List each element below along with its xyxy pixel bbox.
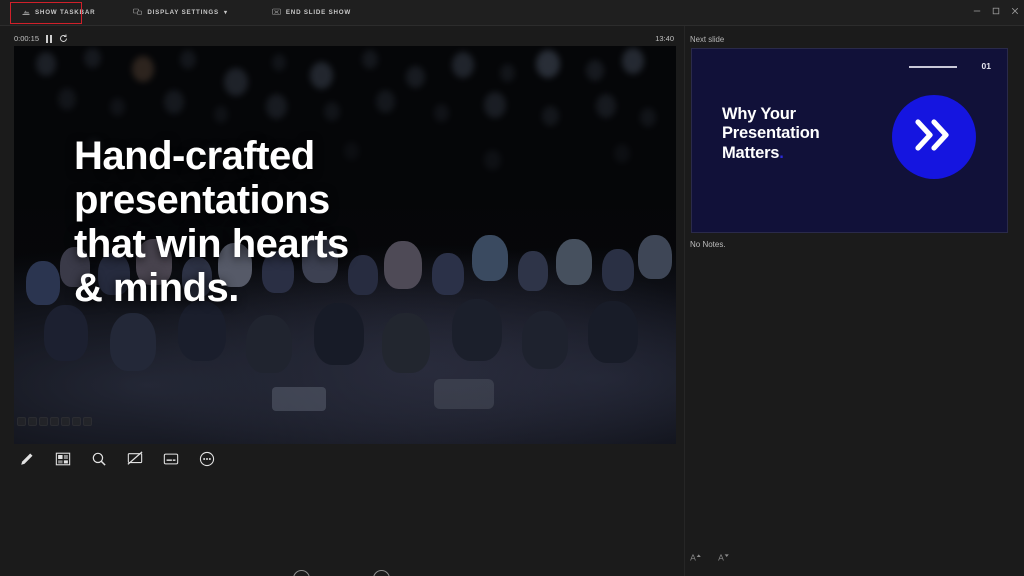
next-slide-thumbnail[interactable]: 01 Why Your Presentation Matters. (691, 48, 1008, 233)
chevron-down-icon: ▾ (223, 9, 228, 16)
next-slide-button[interactable] (373, 570, 391, 576)
display-settings-label: DISPLAY SETTINGS (147, 9, 219, 16)
restart-timer-button[interactable] (59, 34, 68, 43)
thumbnail-title-line-2: Presentation (722, 124, 820, 143)
slide-navigation: Slide 2 of 56 (293, 570, 391, 576)
ink-shape-icon[interactable] (61, 417, 70, 426)
next-slide-header: Next slide (690, 35, 725, 44)
thumbnail-title-line-3: Matters (722, 143, 780, 162)
slide-show-tools (16, 450, 218, 468)
ink-overlay-toolbar[interactable] (17, 417, 92, 426)
svg-text:A: A (718, 552, 724, 562)
thumbnail-accent-circle (892, 95, 976, 179)
window-controls (967, 0, 1024, 22)
increase-text-size-button[interactable]: A (717, 550, 733, 564)
pen-icon[interactable] (16, 450, 38, 468)
black-screen-icon[interactable] (124, 450, 146, 468)
current-time: 13:40 (655, 34, 674, 43)
slide-title-line-4: & minds. (74, 266, 239, 310)
zoom-icon[interactable] (88, 450, 110, 468)
minimize-button[interactable] (967, 0, 986, 22)
display-settings-button[interactable]: DISPLAY SETTINGS ▾ (125, 3, 236, 23)
thumbnail-title-line-3-wrap: Matters. (722, 144, 820, 163)
elapsed-time: 0:00:15 (14, 34, 40, 43)
slide-title-line-2: presentations (74, 178, 330, 222)
ink-eraser-icon[interactable] (39, 417, 48, 426)
pause-timer-button[interactable] (46, 34, 53, 43)
notes-font-size-controls: A A (689, 550, 733, 564)
slide-title-line-3: that win hearts (74, 222, 349, 266)
more-options-icon[interactable] (196, 450, 218, 468)
thumbnail-title: Why Your Presentation Matters. (722, 105, 820, 163)
end-slide-show-label: END SLIDE SHOW (285, 9, 352, 16)
svg-text:A: A (690, 552, 696, 562)
next-slide-pane: Next slide 01 Why Your Presentation Matt… (684, 26, 1024, 576)
taskbar-icon (22, 8, 30, 18)
decrease-text-size-button[interactable]: A (689, 550, 705, 564)
ink-close-icon[interactable] (83, 417, 92, 426)
display-settings-icon (133, 8, 143, 18)
thumbnail-rule (909, 66, 957, 68)
show-taskbar-label: SHOW TASKBAR (35, 9, 96, 16)
ink-pen-icon[interactable] (17, 417, 26, 426)
all-slides-icon[interactable] (52, 450, 74, 468)
thumbnail-slide-number: 01 (981, 61, 991, 71)
current-slide-pane: 0:00:15 13:40 Hand-crafted presentations… (0, 26, 684, 576)
close-button[interactable] (1005, 0, 1024, 22)
ink-color-icon[interactable] (50, 417, 59, 426)
double-chevron-right-icon (912, 118, 956, 157)
ink-highlighter-icon[interactable] (28, 417, 37, 426)
presenter-toolbar: SHOW TASKBAR DISPLAY SETTINGS ▾ END SLID… (0, 0, 1024, 26)
current-slide-display[interactable]: Hand-crafted presentations that win hear… (14, 46, 676, 444)
thumbnail-title-line-1: Why Your (722, 105, 796, 123)
restore-button[interactable] (986, 0, 1005, 22)
slide-title: Hand-crafted presentations that win hear… (74, 134, 634, 310)
timer-group: 0:00:15 (14, 34, 68, 43)
show-taskbar-button[interactable]: SHOW TASKBAR (14, 3, 103, 23)
end-slide-show-button[interactable]: END SLIDE SHOW (264, 3, 359, 23)
previous-slide-button[interactable] (293, 570, 310, 576)
subtitles-icon[interactable] (160, 450, 182, 468)
end-show-icon (272, 8, 281, 18)
presenter-view-window: SHOW TASKBAR DISPLAY SETTINGS ▾ END SLID… (0, 0, 1024, 576)
ink-more-icon[interactable] (72, 417, 81, 426)
slide-title-line-1: Hand-crafted (74, 134, 315, 178)
thumbnail-title-period: . (779, 143, 784, 162)
notes-text: No Notes. (690, 240, 726, 249)
